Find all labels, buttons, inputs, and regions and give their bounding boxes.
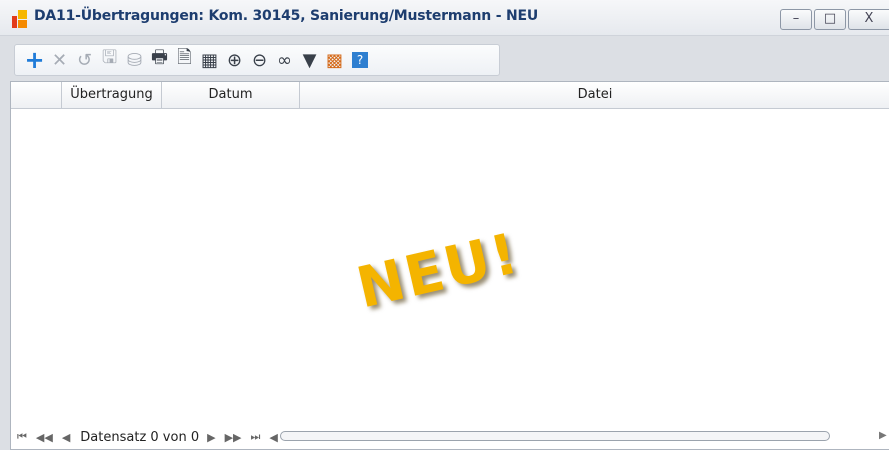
column-header-uebertragung[interactable]: Übertragung [62,82,162,108]
columns-icon[interactable]: ▦ [198,48,221,72]
first-record-icon[interactable]: ⏮ [17,430,27,444]
application-window: DA11-Übertragungen: Kom. 30145, Sanierun… [0,0,889,450]
printer-icon[interactable]: 🖶 [148,47,171,72]
previous-page-icon[interactable]: ◀◀ [36,431,53,444]
close-button[interactable]: X [848,9,889,30]
app-logo-icon [12,10,32,28]
close-icon[interactable]: ✕ [48,48,71,72]
save-icon[interactable]: 🖫 [98,47,121,72]
toolbar: + ✕ ↺ 🖫 ⛁ 🖶 🗎 ▦ ⊕ ⊖ ∞ ▼ ▩ ? [14,44,500,76]
grid-settings-icon[interactable]: ▩ [323,48,346,72]
binoculars-icon[interactable]: ∞ [273,48,296,72]
print-preview-icon[interactable]: 🗎 [173,47,196,72]
zoom-in-icon[interactable]: ⊕ [223,48,246,72]
horizontal-scrollbar[interactable] [280,431,830,441]
save-close-icon[interactable]: ⛁ [123,48,146,72]
previous-record-icon[interactable]: ◀ [62,431,70,444]
plus-icon[interactable]: + [23,46,46,74]
row-indicator-header [11,82,62,108]
title-bar[interactable]: DA11-Übertragungen: Kom. 30145, Sanierun… [0,0,889,36]
scroll-right-icon[interactable]: ▶ [879,430,887,441]
window-title: DA11-Übertragungen: Kom. 30145, Sanierun… [34,8,539,24]
data-navigator: ⏮ ◀◀ ◀ Datensatz 0 von 0 ▶ ▶▶ ⏭ ◀ ▶ [11,425,889,449]
record-counter: Datensatz 0 von 0 [80,429,200,445]
maximize-button[interactable]: □ [814,9,846,30]
minimize-button[interactable]: – [780,9,812,30]
help-icon[interactable]: ? [352,52,368,68]
column-header-datum[interactable]: Datum [162,82,300,108]
next-record-icon[interactable]: ▶ [207,431,215,444]
last-record-icon[interactable]: ⏭ [250,430,260,444]
next-page-icon[interactable]: ▶▶ [225,431,242,444]
grid-header: Übertragung Datum Datei [11,82,889,109]
scroll-left-icon[interactable]: ◀ [269,431,277,444]
column-header-datei[interactable]: Datei [300,82,889,108]
new-watermark: NEU! [351,221,526,322]
undo-icon[interactable]: ↺ [73,48,96,72]
zoom-out-icon[interactable]: ⊖ [248,48,271,72]
filter-icon[interactable]: ▼ [298,48,321,72]
data-grid[interactable]: Übertragung Datum Datei NEU! ⏮ ◀◀ ◀ Date… [10,81,889,450]
